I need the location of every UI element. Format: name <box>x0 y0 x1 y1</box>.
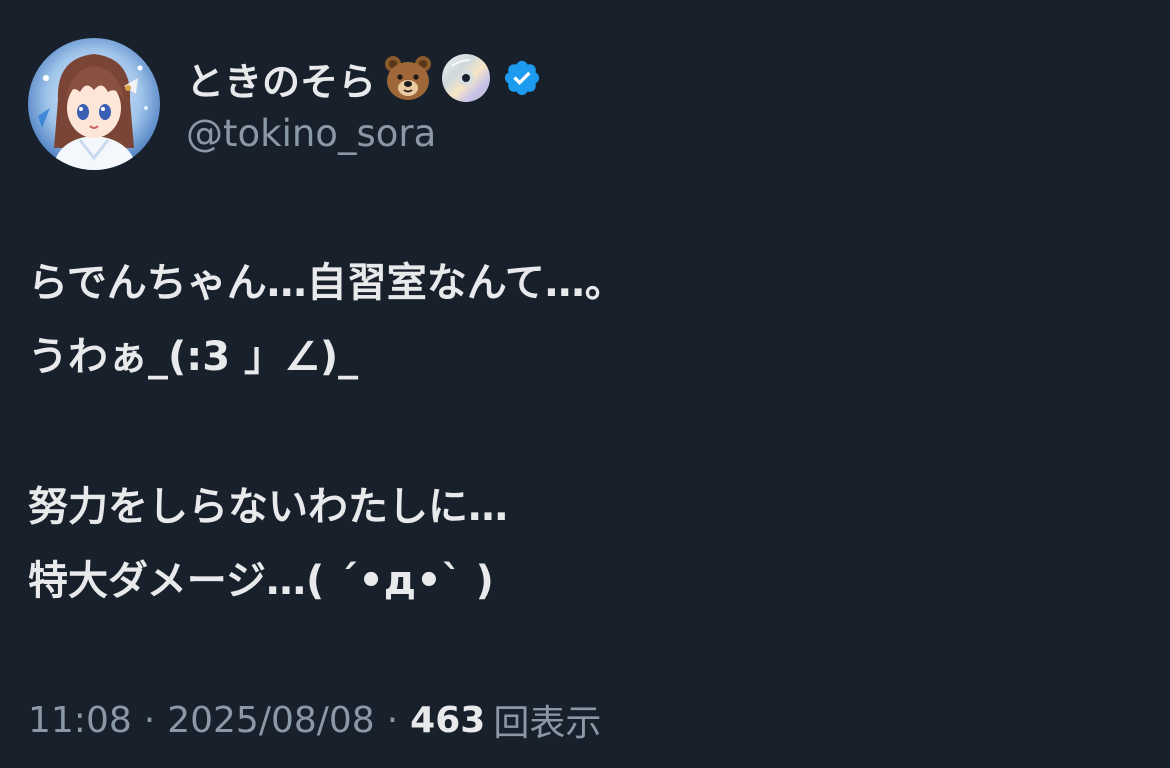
bear-face-emoji <box>382 52 434 104</box>
tweet-line: 努力をしらないわたしに… <box>28 484 508 530</box>
tweet-time-link[interactable]: 11:08 <box>28 700 132 741</box>
tweet-text: らでんちゃん…自習室なんて…。 うわぁ_(:3 」∠)_ 努力をしらないわたしに… <box>28 246 1138 618</box>
tweet-metadata: 11:08 · 2025/08/08 · 463 回表示 <box>28 692 601 748</box>
tweet-line: らでんちゃん…自習室なんて…。 <box>28 260 625 306</box>
user-handle[interactable]: @tokino_sora <box>186 112 436 155</box>
display-name[interactable]: ときのそら <box>186 51 376 106</box>
views-count: 463 <box>410 699 486 741</box>
tweet-date-link[interactable]: 2025/08/08 <box>167 700 375 741</box>
optical-disc-emoji <box>440 52 492 104</box>
display-name-row: ときのそら <box>186 50 542 106</box>
profile-avatar[interactable] <box>28 38 160 170</box>
tweet-line: うわぁ_(:3 」∠)_ <box>28 334 359 380</box>
views-label: 回表示 <box>493 703 602 744</box>
meta-separator: · <box>386 699 399 741</box>
verified-badge-icon[interactable] <box>502 58 542 98</box>
tweet-header: ときのそら @tokino_sora <box>28 38 1128 172</box>
tweet-line: 特大ダメージ…( ´•д•` ) <box>28 558 494 604</box>
meta-separator: · <box>143 699 156 741</box>
